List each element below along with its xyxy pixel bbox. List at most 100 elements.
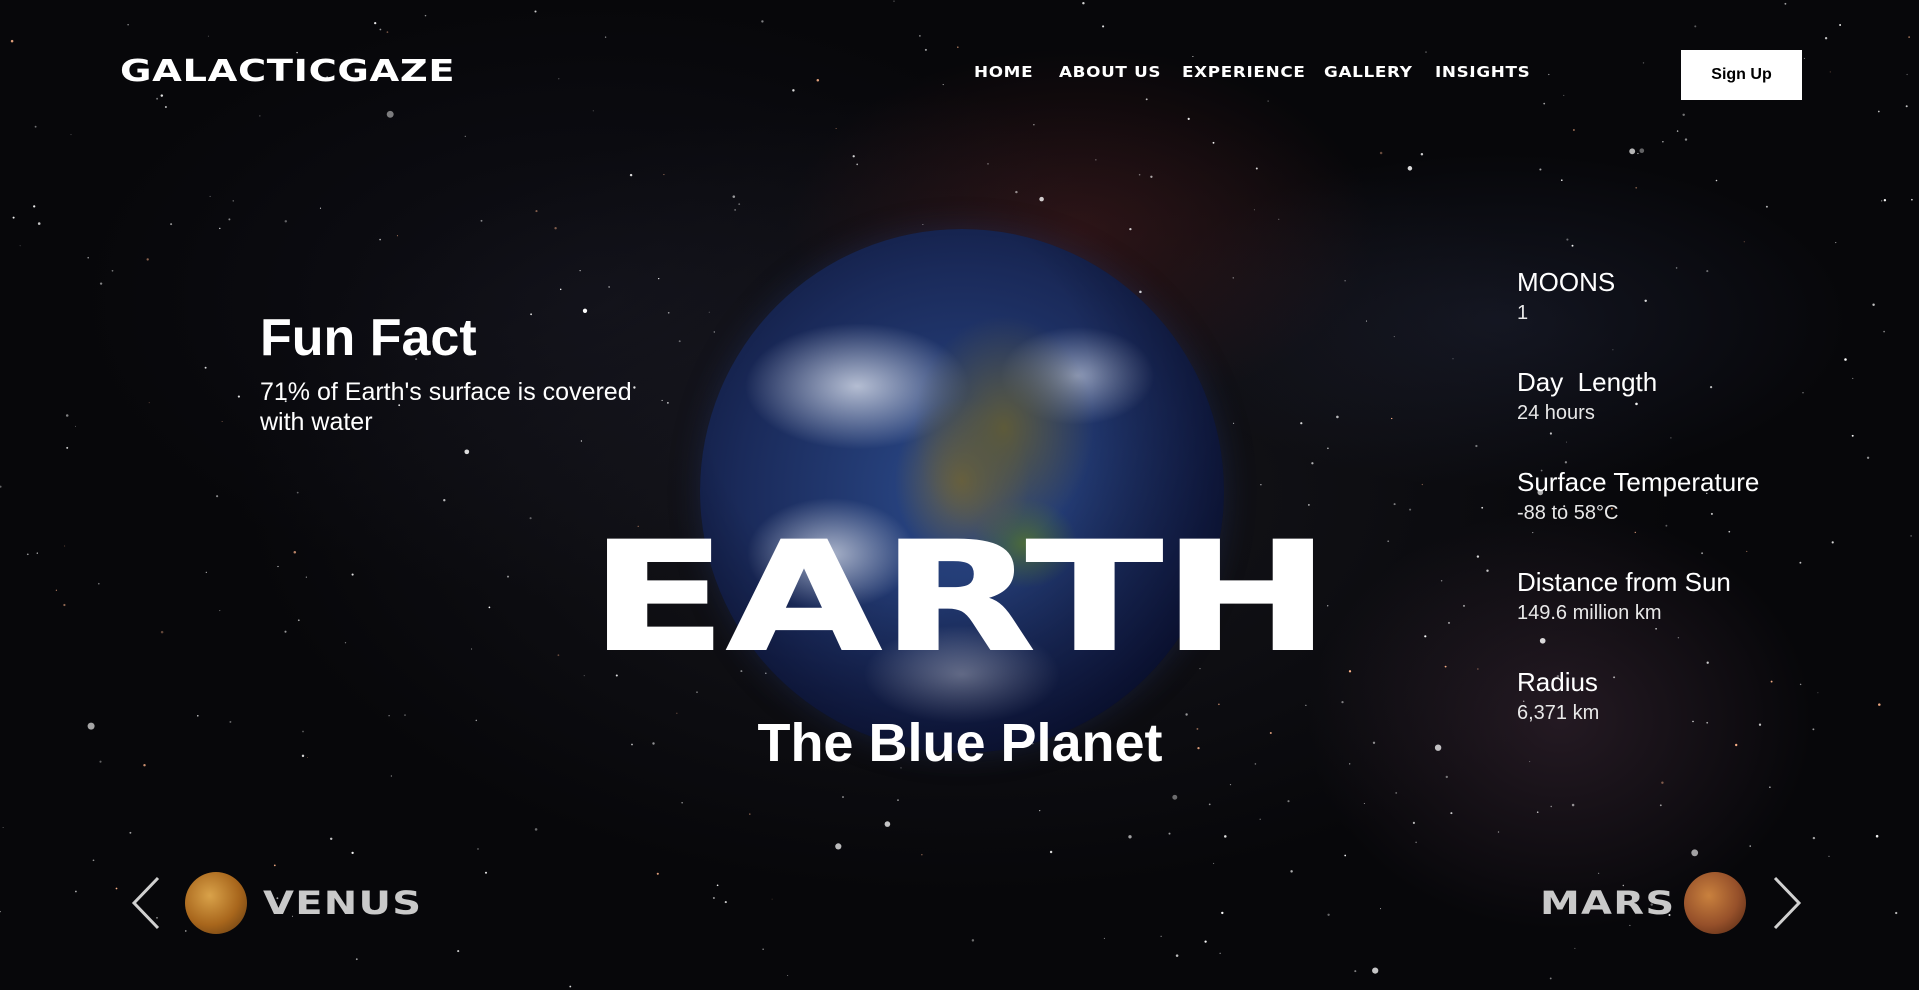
star bbox=[921, 854, 923, 856]
star bbox=[1102, 25, 1105, 28]
venus-thumbnail[interactable] bbox=[185, 872, 247, 934]
star bbox=[219, 610, 221, 612]
star bbox=[771, 898, 773, 900]
star bbox=[1229, 784, 1232, 786]
star bbox=[919, 35, 921, 37]
star bbox=[1571, 244, 1574, 247]
star bbox=[1574, 947, 1576, 949]
star bbox=[1290, 870, 1293, 873]
star bbox=[424, 14, 427, 17]
star bbox=[1639, 148, 1645, 154]
mars-thumbnail[interactable] bbox=[1684, 872, 1746, 934]
star bbox=[582, 308, 588, 313]
star bbox=[307, 757, 308, 759]
star bbox=[443, 499, 446, 502]
star bbox=[1743, 241, 1745, 243]
star bbox=[204, 366, 207, 369]
star bbox=[170, 223, 173, 226]
star bbox=[1543, 102, 1546, 105]
star bbox=[1213, 862, 1215, 865]
star bbox=[1450, 812, 1453, 815]
star bbox=[390, 775, 392, 777]
star bbox=[1539, 168, 1542, 171]
star bbox=[1420, 152, 1424, 156]
star bbox=[1192, 56, 1194, 57]
star bbox=[1911, 198, 1913, 201]
sign-up-button[interactable]: Sign Up bbox=[1681, 50, 1802, 100]
star bbox=[667, 311, 670, 314]
star bbox=[1150, 175, 1153, 178]
star bbox=[856, 163, 859, 166]
star bbox=[1425, 51, 1427, 53]
star bbox=[1168, 832, 1171, 835]
stat-day-length: Day Length 24 hours bbox=[1517, 366, 1817, 466]
star bbox=[1662, 141, 1664, 143]
star bbox=[1895, 911, 1898, 915]
star bbox=[305, 576, 307, 578]
chevron-left-icon[interactable] bbox=[131, 876, 161, 930]
star bbox=[1597, 872, 1600, 875]
star bbox=[884, 821, 891, 827]
star bbox=[1305, 704, 1307, 706]
star bbox=[160, 630, 164, 634]
star bbox=[1829, 71, 1831, 73]
star bbox=[765, 672, 767, 675]
star bbox=[1694, 25, 1697, 28]
star bbox=[219, 227, 221, 230]
nav-home[interactable]: HOME bbox=[974, 63, 1033, 81]
star bbox=[66, 446, 69, 449]
star bbox=[351, 573, 354, 576]
star bbox=[529, 517, 532, 520]
star bbox=[1881, 200, 1883, 202]
star bbox=[749, 813, 751, 815]
star bbox=[64, 545, 66, 547]
star bbox=[127, 24, 129, 26]
star bbox=[1187, 117, 1190, 120]
prev-planet-venus[interactable]: VENUS bbox=[263, 884, 422, 922]
star bbox=[1212, 141, 1215, 144]
star bbox=[535, 210, 538, 213]
star bbox=[579, 270, 581, 272]
star bbox=[277, 565, 279, 568]
star bbox=[1015, 190, 1018, 194]
nav-gallery[interactable]: GALLERY bbox=[1324, 63, 1413, 81]
star bbox=[1452, 358, 1454, 360]
chevron-right-icon[interactable] bbox=[1772, 876, 1802, 930]
star bbox=[319, 207, 322, 209]
star bbox=[1481, 506, 1484, 509]
star bbox=[1424, 635, 1427, 638]
main-nav: HOME ABOUT US EXPERIENCE GALLERY INSIGHT… bbox=[974, 63, 1533, 81]
star bbox=[1095, 159, 1097, 161]
star bbox=[1828, 855, 1830, 857]
star bbox=[471, 648, 473, 650]
star bbox=[55, 589, 58, 591]
brand-logo[interactable]: GALACTICGAZE bbox=[120, 54, 455, 89]
star bbox=[652, 742, 655, 745]
star bbox=[1812, 836, 1816, 840]
star bbox=[1635, 186, 1638, 189]
star bbox=[259, 115, 261, 117]
star bbox=[987, 163, 989, 165]
star bbox=[351, 851, 354, 855]
nav-experience[interactable]: EXPERIENCE bbox=[1182, 63, 1305, 81]
star bbox=[10, 39, 14, 43]
star bbox=[477, 848, 479, 850]
star bbox=[740, 670, 743, 673]
star bbox=[87, 722, 95, 730]
star bbox=[302, 730, 304, 733]
star bbox=[1267, 100, 1269, 102]
star bbox=[228, 218, 231, 221]
star bbox=[1039, 196, 1044, 202]
star bbox=[1661, 781, 1664, 784]
stat-label: Surface Temperature bbox=[1517, 467, 1760, 497]
stat-label: MOONS bbox=[1517, 267, 1616, 297]
star bbox=[1824, 37, 1828, 40]
star bbox=[852, 155, 855, 158]
star bbox=[1421, 483, 1423, 486]
star bbox=[1232, 277, 1234, 279]
star bbox=[1287, 800, 1290, 803]
nav-about-us[interactable]: ABOUT US bbox=[1059, 63, 1161, 81]
nav-insights[interactable]: INSIGHTS bbox=[1435, 63, 1530, 81]
next-planet-mars[interactable]: MARS bbox=[1540, 884, 1675, 922]
star bbox=[1354, 970, 1357, 973]
